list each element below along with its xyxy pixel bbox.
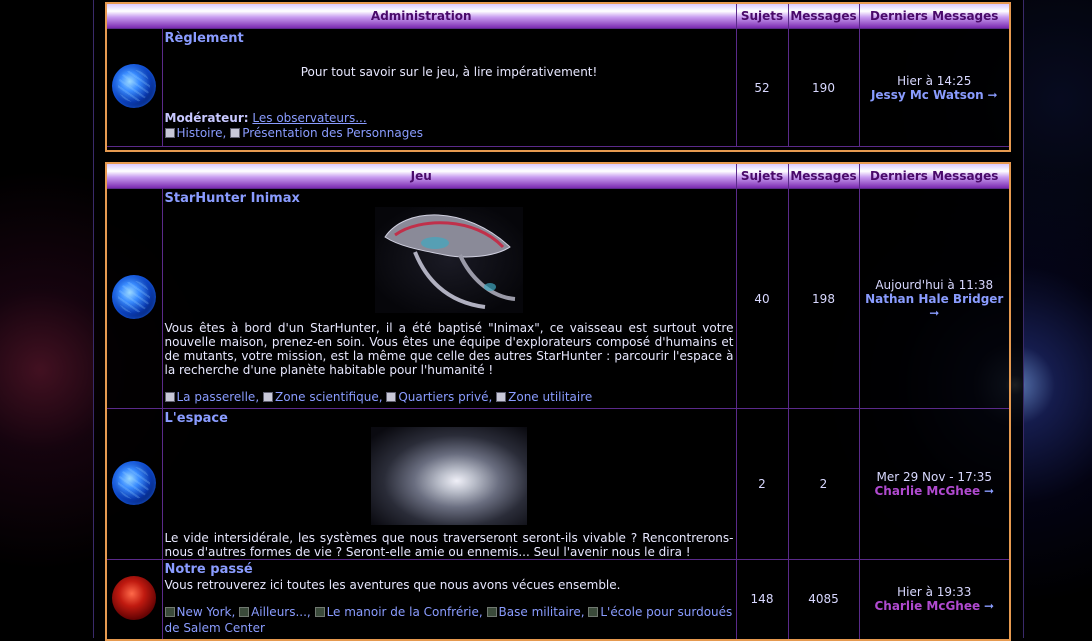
subforum-link[interactable]: Le manoir de la Confrérie <box>327 605 479 619</box>
forum-title-link[interactable]: Notre passé <box>165 562 734 578</box>
forum-description: Le vide intersidérale, les systèmes que … <box>164 531 734 559</box>
subforum-link[interactable]: Ailleurs... <box>251 605 307 619</box>
last-post-user[interactable]: Jessy Mc Watson <box>871 88 984 102</box>
subforum-list: Histoire, Présentation des Personnages <box>164 125 734 141</box>
blue-globe-icon <box>112 64 157 108</box>
forum-description: Vous êtes à bord d'un StarHunter, il a é… <box>164 321 734 377</box>
topics-count: 52 <box>735 28 789 147</box>
messages-header: Messages <box>787 2 860 29</box>
last-post: Hier à 19:33 Charlie McGhee ➞ <box>858 559 1011 640</box>
last-post-user[interactable]: Nathan Hale Bridger <box>865 292 1003 306</box>
forum-row: L'espace Le vide intersidérale, les syst… <box>105 408 1011 560</box>
subforum-icon <box>486 607 497 617</box>
goto-last-post-icon[interactable]: ➞ <box>929 306 939 320</box>
subforum-icon <box>262 392 273 402</box>
last-post-user[interactable]: Charlie McGhee <box>874 484 980 498</box>
posts-count: 198 <box>787 188 860 409</box>
category-jeu: Jeu Sujets Messages Derniers Messages St… <box>105 162 1011 641</box>
last-post: Mer 29 Nov - 17:35 Charlie McGhee ➞ <box>858 408 1011 560</box>
blue-globe-icon <box>112 275 157 319</box>
starhunter-ship-image <box>375 207 523 313</box>
subforum-link[interactable]: Base militaire <box>499 605 581 619</box>
subforum-link[interactable]: La passerelle <box>177 390 256 404</box>
category-administration: Administration Sujets Messages Derniers … <box>105 2 1011 152</box>
subforum-icon <box>386 392 397 402</box>
subforum-list: New York, Ailleurs..., Le manoir de la C… <box>164 605 733 635</box>
red-planet-icon <box>112 575 157 620</box>
subforum-list: La passerelle, Zone scientifique, Quarti… <box>164 389 734 405</box>
last-post: Aujourd'hui à 11:38 Nathan Hale Bridger … <box>858 188 1011 409</box>
posts-count: 2 <box>787 408 860 560</box>
goto-last-post-icon[interactable]: ➞ <box>984 484 994 498</box>
subforum-icon <box>314 607 325 617</box>
subforum-link[interactable]: New York <box>177 605 232 619</box>
subforum-link[interactable]: Quartiers privé <box>398 390 488 404</box>
ship-icon <box>384 214 516 309</box>
subforum-icon <box>164 392 175 402</box>
forum-description: Vous retrouverez ici toutes les aventure… <box>164 578 621 592</box>
nebula-image <box>371 427 527 525</box>
category-title[interactable]: Administration <box>105 2 737 29</box>
subjects-header: Sujets <box>735 2 789 29</box>
goto-last-post-icon[interactable]: ➞ <box>987 88 997 102</box>
subjects-header: Sujets <box>735 162 789 189</box>
last-post-date: Mer 29 Nov - 17:35 <box>876 470 993 484</box>
forum-title-link[interactable]: Règlement <box>165 31 734 47</box>
subforum-icon <box>230 128 241 138</box>
posts-count: 4085 <box>787 559 860 640</box>
last-posts-header: Derniers Messages <box>858 162 1011 189</box>
topics-count: 2 <box>735 408 789 560</box>
subforum-icon <box>164 128 175 138</box>
subforum-icon <box>164 607 175 617</box>
topics-count: 40 <box>735 188 789 409</box>
subforum-icon <box>496 392 507 402</box>
posts-count: 190 <box>787 28 860 147</box>
subforum-link[interactable]: Présentation des Personnages <box>242 126 423 140</box>
last-post-user[interactable]: Charlie McGhee <box>874 599 980 613</box>
subforum-icon <box>239 607 250 617</box>
last-post: Hier à 14:25 Jessy Mc Watson ➞ <box>858 28 1011 147</box>
subforum-link[interactable]: Histoire <box>177 126 223 140</box>
forum-title-link[interactable]: StarHunter Inimax <box>165 191 734 207</box>
last-posts-header: Derniers Messages <box>858 2 1011 29</box>
moderator-link[interactable]: Les observateurs... <box>252 111 366 125</box>
subforum-icon <box>588 607 599 617</box>
forum-title-link[interactable]: L'espace <box>165 411 734 427</box>
messages-header: Messages <box>787 162 860 189</box>
blue-globe-icon <box>112 460 157 505</box>
subforum-link[interactable]: Zone scientifique <box>275 390 379 404</box>
last-post-date: Aujourd'hui à 11:38 <box>875 277 994 292</box>
forum-row: StarHunter Inimax Vous êtes à bord d'un … <box>105 188 1011 409</box>
category-header: Administration Sujets Messages Derniers … <box>105 2 1011 29</box>
last-post-date: Hier à 19:33 <box>897 585 972 600</box>
subforum-link[interactable]: Zone utilitaire <box>508 390 592 404</box>
forum-description: Pour tout savoir sur le jeu, à lire impé… <box>300 65 598 79</box>
goto-last-post-icon[interactable]: ➞ <box>984 599 994 613</box>
forum-row: Règlement Pour tout savoir sur le jeu, à… <box>105 28 1011 147</box>
moderator-label: Modérateur: <box>164 111 249 125</box>
topics-count: 148 <box>735 559 789 640</box>
category-title[interactable]: Jeu <box>105 162 737 189</box>
forum-row: Notre passé Vous retrouverez ici toutes … <box>105 559 1011 640</box>
category-header: Jeu Sujets Messages Derniers Messages <box>105 162 1011 189</box>
last-post-date: Hier à 14:25 <box>897 73 972 88</box>
